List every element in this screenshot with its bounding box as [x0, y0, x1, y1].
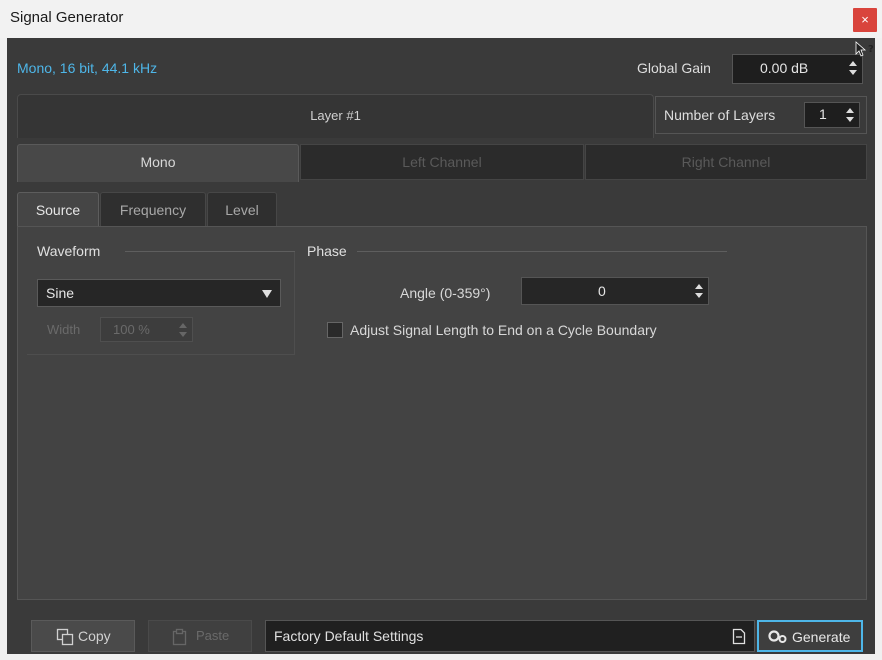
audio-format-text: Mono, 16 bit, 44.1 kHz	[17, 60, 158, 76]
tab-level[interactable]: Level	[207, 192, 277, 226]
paste-button[interactable]: Paste	[148, 620, 252, 652]
tab-mono[interactable]: Mono	[17, 144, 299, 182]
waveform-divider	[125, 251, 295, 252]
angle-label: Angle (0-359°)	[400, 285, 491, 301]
paste-icon	[172, 628, 187, 646]
dialog-body: Mono, 16 bit, 44.1 kHz Global Gain 0.00 …	[7, 38, 875, 654]
close-icon: ×	[861, 12, 869, 27]
tab-right-channel[interactable]: Right Channel	[585, 144, 867, 180]
layer-bar: Layer #1	[17, 94, 654, 138]
phase-divider	[357, 251, 727, 252]
spin-arrows-icon[interactable]	[845, 106, 855, 124]
preset-file-icon[interactable]	[732, 628, 746, 645]
dropdown-arrow-icon	[262, 290, 272, 298]
tab-frequency[interactable]: Frequency	[100, 192, 206, 226]
number-of-layers-label: Number of Layers	[664, 107, 776, 123]
tab-left-channel[interactable]: Left Channel	[300, 144, 584, 180]
preset-field[interactable]: Factory Default Settings	[265, 620, 755, 652]
adjust-cycle-label: Adjust Signal Length to End on a Cycle B…	[350, 322, 657, 338]
width-stepper: 100 %	[100, 317, 193, 342]
number-of-layers-stepper[interactable]: 1	[804, 102, 860, 128]
number-of-layers-group: Number of Layers 1	[655, 96, 867, 134]
angle-stepper[interactable]: 0	[521, 277, 709, 305]
title-bar: Signal Generator ×	[0, 0, 882, 38]
gears-icon	[768, 630, 787, 643]
layer-title: Layer #1	[310, 108, 361, 123]
adjust-cycle-checkbox[interactable]	[327, 322, 343, 338]
generate-button[interactable]: Generate	[757, 620, 863, 652]
svg-text:?: ?	[868, 44, 874, 55]
copy-icon	[56, 628, 74, 646]
global-gain-label: Global Gain	[637, 60, 711, 76]
window-title: Signal Generator	[10, 9, 124, 26]
spin-arrows-icon[interactable]	[694, 282, 704, 300]
copy-button[interactable]: Copy	[31, 620, 135, 652]
width-label: Width	[47, 322, 81, 337]
tab-source[interactable]: Source	[17, 192, 99, 228]
waveform-label: Waveform	[37, 243, 101, 259]
close-button[interactable]: ×	[853, 8, 877, 32]
global-gain-input[interactable]: 0.00 dB	[732, 54, 863, 84]
waveform-select[interactable]: Sine	[37, 279, 281, 307]
phase-label: Phase	[307, 243, 347, 259]
spin-arrows-icon	[179, 323, 187, 337]
help-cursor-icon: ?	[855, 41, 874, 57]
